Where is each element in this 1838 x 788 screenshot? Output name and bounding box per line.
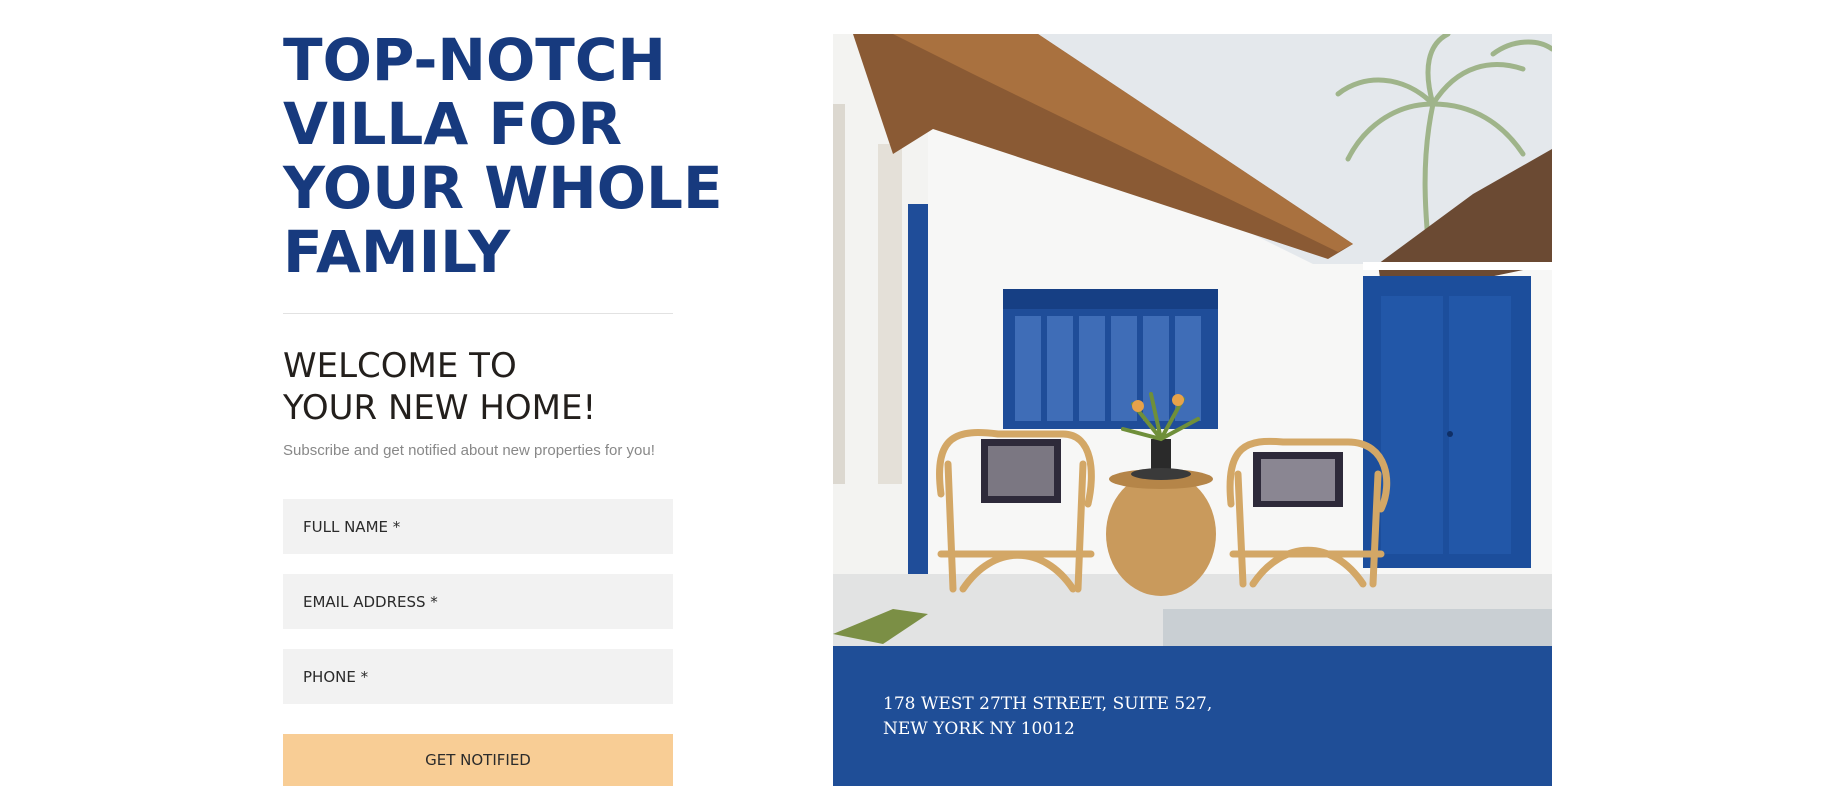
title-line: YOUR WHOLE — [283, 154, 723, 222]
title-line: TOP-NOTCH — [283, 26, 666, 94]
page-title: TOP-NOTCH VILLA FOR YOUR WHOLE FAMILY — [283, 28, 753, 284]
full-name-input[interactable] — [283, 499, 673, 554]
villa-illustration — [833, 34, 1552, 786]
get-notified-button[interactable]: GET NOTIFIED — [283, 734, 673, 786]
welcome-heading: WELCOME TO YOUR NEW HOME! — [283, 345, 596, 429]
address-line: NEW YORK NY 10012 — [883, 719, 1075, 739]
title-line: FAMILY — [283, 218, 511, 286]
address-line: 178 WEST 27TH STREET, SUITE 527, — [883, 694, 1213, 714]
email-input[interactable] — [283, 574, 673, 629]
welcome-line: YOUR NEW HOME! — [283, 388, 597, 428]
divider — [283, 313, 673, 314]
title-line: VILLA FOR — [283, 90, 623, 158]
property-address: 178 WEST 27TH STREET, SUITE 527, NEW YOR… — [883, 692, 1212, 742]
property-photo: 178 WEST 27TH STREET, SUITE 527, NEW YOR… — [833, 34, 1552, 786]
phone-input[interactable] — [283, 649, 673, 704]
welcome-line: WELCOME TO — [283, 346, 517, 386]
signup-subtitle: Subscribe and get notified about new pro… — [283, 442, 655, 459]
